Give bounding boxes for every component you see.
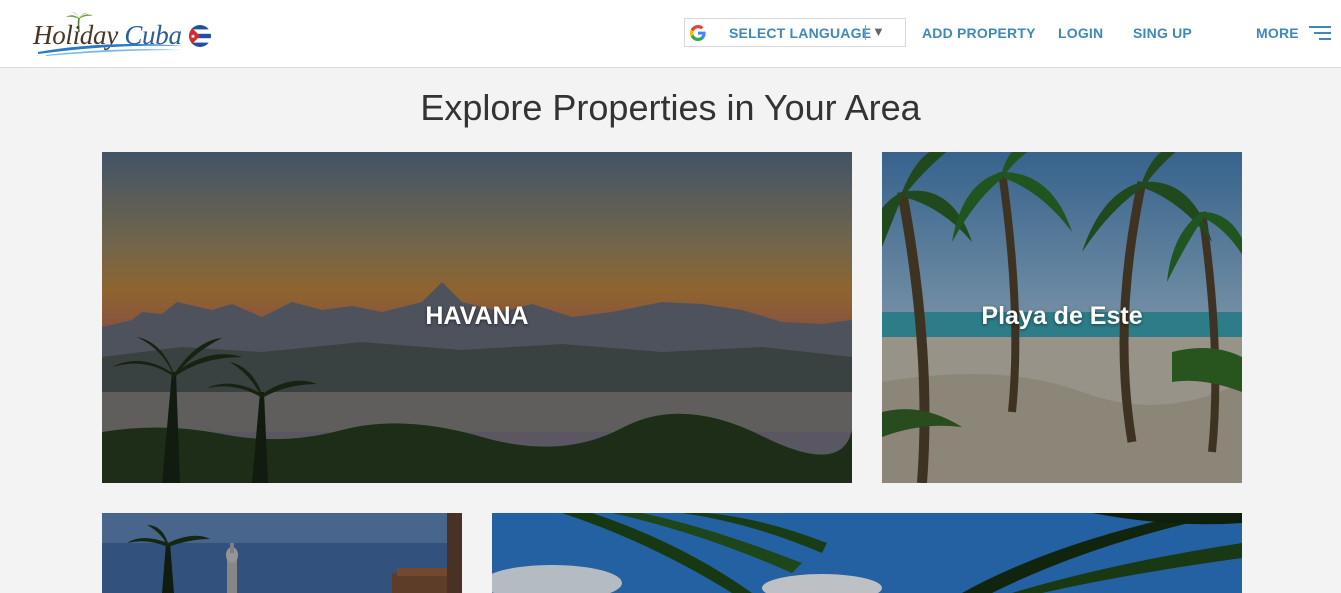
logo-swoosh [38,44,184,56]
cuba-flag-icon [189,25,211,47]
card-4-overlay [492,513,1242,593]
destination-card-4[interactable] [492,513,1242,593]
card-3-overlay [102,513,462,593]
nav-more[interactable]: MORE [1256,25,1299,41]
destination-card-3[interactable] [102,513,462,593]
nav-signup[interactable]: SING UP [1133,25,1192,41]
language-selector[interactable]: SELECT LANGUAGE ▼ [684,18,906,47]
destination-label-havana: HAVANA [425,302,529,330]
holiday-cuba-logo[interactable]: Holiday Cuba [30,12,216,56]
nav-add-property[interactable]: ADD PROPERTY [922,25,1036,41]
destination-card-playa-de-este[interactable]: Playa de Este [882,152,1242,483]
google-icon [690,25,706,41]
page-title: Explore Properties in Your Area [420,87,921,128]
nav-login[interactable]: LOGIN [1058,25,1103,41]
hamburger-menu-icon[interactable] [1309,25,1331,41]
site-header: Holiday Cuba SELECT LANGUAGE ▼ ADD PROPE… [0,0,1341,68]
chevron-down-icon: ▼ [872,24,885,39]
destination-label-playa-de-este: Playa de Este [981,302,1143,330]
language-selector-divider [865,25,866,40]
language-selector-label: SELECT LANGUAGE [729,25,872,41]
destination-card-havana[interactable]: HAVANA [102,152,852,483]
